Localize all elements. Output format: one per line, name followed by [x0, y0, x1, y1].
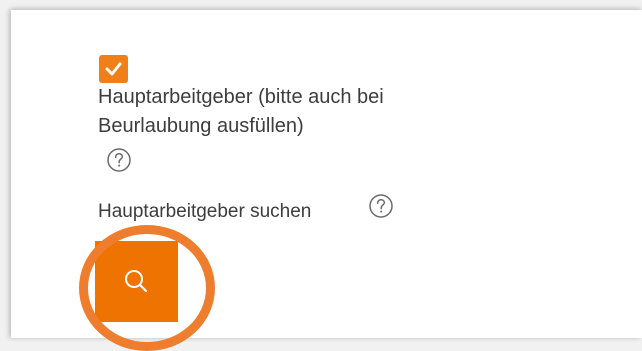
magnifier-icon	[125, 270, 148, 293]
employer-form-panel: Hauptarbeitgeber (bitte auch bei Beurlau…	[11, 10, 642, 351]
main-employer-checkbox-label: Hauptarbeitgeber (bitte auch bei Beurlau…	[98, 86, 384, 137]
question-circle-icon[interactable]	[106, 147, 132, 173]
question-circle-icon[interactable]	[368, 193, 394, 219]
employer-search-button[interactable]	[95, 241, 178, 322]
employer-search-label: Hauptarbeitgeber suchen	[98, 201, 312, 222]
main-employer-checkbox[interactable]	[99, 55, 128, 83]
check-icon	[105, 62, 122, 76]
